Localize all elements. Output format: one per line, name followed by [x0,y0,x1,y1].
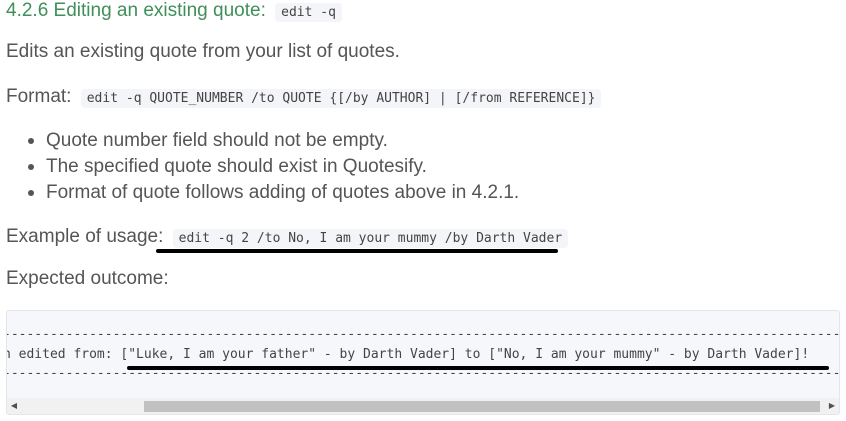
format-label: Format: [6,86,72,107]
expected-label: Expected outcome: [6,268,169,289]
example-underline-annotation [156,249,558,253]
output-underline-annotation [127,366,829,370]
example-paragraph: Example of usage: edit -q 2 /to No, I am… [6,226,569,248]
example-code: edit -q 2 /to No, I am your mummy /by Da… [172,229,569,248]
list-item: Format of quote follows adding of quotes… [6,180,519,206]
description-paragraph: Edits an existing quote from your list o… [6,41,400,62]
format-paragraph: Format: edit -q QUOTE_NUMBER /to QUOTE {… [6,86,602,108]
output-text: ----------------------------------------… [6,327,840,381]
section-heading: 4.2.6 Editing an existing quote: edit -q [6,0,342,22]
horizontal-scrollbar[interactable]: ◀ ▶ [7,398,839,414]
section-heading-text: 4.2.6 Editing an existing quote: [6,0,266,21]
list-item: Quote number field should not be empty. [6,128,519,154]
scrollbar-thumb[interactable] [144,401,820,412]
example-label: Example of usage: [6,226,164,247]
scroll-right-icon[interactable]: ▶ [825,398,839,414]
output-code-block: ----------------------------------------… [6,310,840,415]
list-item: The specified quote should exist in Quot… [6,154,519,180]
section-heading-code: edit -q [275,3,342,22]
notes-list: Quote number field should not be empty. … [6,128,519,206]
format-code: edit -q QUOTE_NUMBER /to QUOTE {[/by AUT… [80,89,602,108]
scroll-left-icon[interactable]: ◀ [7,398,21,414]
